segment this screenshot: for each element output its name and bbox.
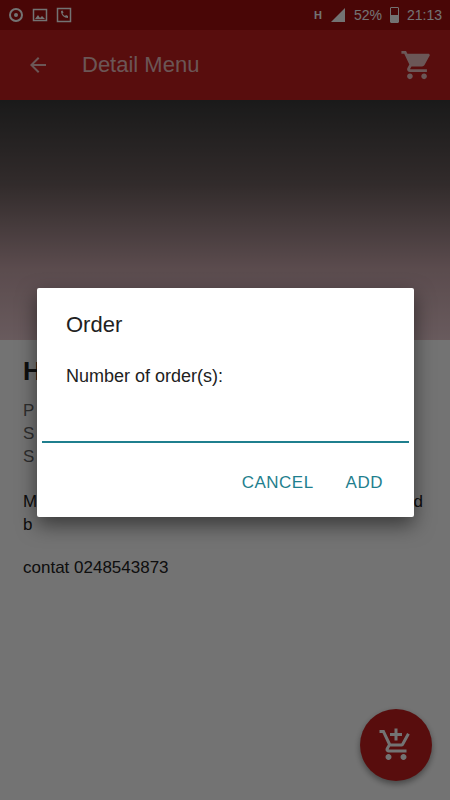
order-dialog: Order Number of order(s): CANCELADD xyxy=(37,288,414,517)
dialog-title: Order xyxy=(42,312,409,338)
screen: H52%21:13Detail MenuHPSSMdbcontat 024854… xyxy=(0,0,450,800)
field-label: Number of order(s): xyxy=(42,366,409,387)
order-count-input[interactable] xyxy=(42,407,409,443)
dialog-button[interactable]: CANCEL xyxy=(230,463,326,503)
dialog-actions: CANCELADD xyxy=(42,463,409,503)
dialog-button[interactable]: ADD xyxy=(334,463,395,503)
